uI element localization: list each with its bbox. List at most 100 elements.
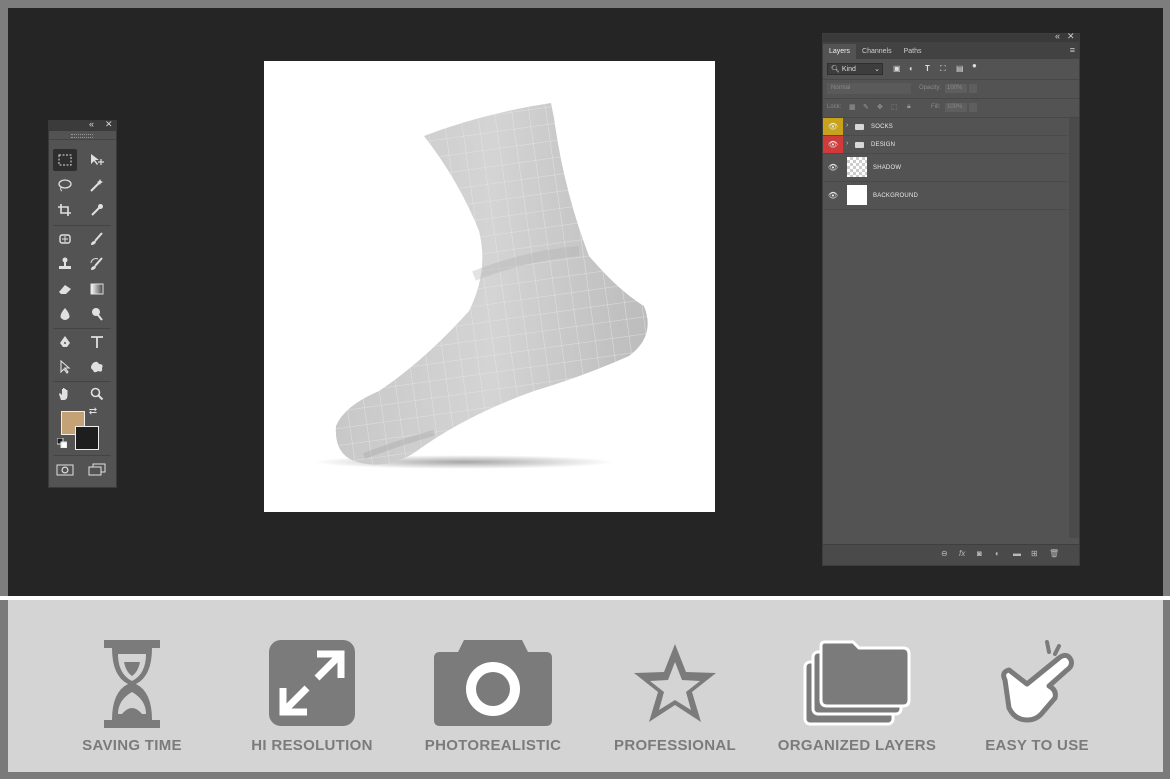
chevron-down-icon: ⌄ (874, 66, 880, 73)
layer-row-shadow[interactable]: 👁︎ SHADOW (823, 154, 1067, 182)
expand-arrows-icon (269, 640, 355, 726)
panel-menu-icon[interactable]: ≡ (1070, 45, 1075, 55)
visibility-eye-icon[interactable]: 👁︎ (823, 154, 843, 181)
folder-icon (855, 142, 864, 148)
shape-filter-icon[interactable]: ⛶ (940, 64, 946, 74)
close-icon[interactable]: ✕ (1067, 31, 1075, 42)
separator (53, 328, 111, 329)
type-filter-icon[interactable]: T (925, 64, 930, 73)
lock-row: Lock: ▦ ✎ ✥ ⬚ 🔒︎ Fill: 100% (823, 99, 1079, 118)
layer-list: 👁︎ › SOCKS 👁︎ › DESIGN 👁︎ SHADOW 👁︎ BACK… (823, 118, 1067, 210)
lock-image-icon[interactable]: ✎ (863, 103, 869, 111)
feature-professional: PROFESSIONAL (590, 640, 760, 770)
add-mask-icon[interactable]: ◙ (977, 549, 982, 558)
blend-mode-select[interactable]: Normal (827, 83, 911, 94)
feature-label: ORGANIZED LAYERS (777, 737, 937, 754)
fill-field[interactable]: 100% (945, 103, 967, 112)
swap-colors-icon[interactable]: ⇄ (85, 404, 101, 418)
hand-tool-icon[interactable] (53, 383, 77, 405)
type-tool-icon[interactable] (85, 331, 109, 353)
lock-all-icon[interactable]: 🔒︎ (907, 103, 911, 111)
opacity-stepper[interactable] (969, 84, 977, 93)
hourglass-icon (104, 640, 160, 728)
layers-panel: « ✕ Layers Channels Paths ≡ 🔍︎ Kind ⌄ ▣ … (822, 31, 1080, 566)
opacity-label: Opacity: (919, 85, 942, 91)
filter-kind-select[interactable]: 🔍︎ Kind ⌄ (827, 63, 883, 75)
layer-name: SOCKS (871, 124, 894, 130)
feature-easy-to-use: EASY TO USE (952, 640, 1122, 770)
pixel-filter-icon[interactable]: ▣ (893, 64, 901, 73)
shape-tool-icon[interactable] (85, 356, 109, 378)
separator (53, 455, 111, 456)
quick-mask-icon[interactable] (53, 459, 77, 481)
background-color-swatch[interactable] (75, 426, 99, 450)
screen-mode-icon[interactable] (85, 459, 109, 481)
tab-channels[interactable]: Channels (856, 44, 898, 59)
adjustment-layer-icon[interactable]: ◐ (995, 549, 1000, 558)
smart-object-filter-icon[interactable]: ▤ (956, 64, 964, 73)
layers-scrollbar[interactable] (1069, 118, 1079, 538)
eyedropper-icon[interactable] (85, 199, 109, 221)
document-canvas[interactable] (264, 61, 715, 512)
marquee-tool-icon[interactable] (53, 149, 77, 171)
tools-panel-header: « ✕ (49, 119, 116, 131)
tab-layers[interactable]: Layers (823, 44, 857, 59)
history-brush-icon[interactable] (85, 253, 109, 275)
zoom-tool-icon[interactable] (85, 383, 109, 405)
close-icon[interactable]: ✕ (105, 119, 113, 130)
feature-label: PROFESSIONAL (614, 737, 736, 754)
visibility-eye-icon[interactable]: 👁︎ (823, 118, 843, 135)
tab-paths[interactable]: Paths (898, 44, 928, 59)
tap-hand-icon (1001, 640, 1074, 723)
tools-panel: « ✕ ⇄ (48, 119, 117, 488)
gradient-tool-icon[interactable] (85, 278, 109, 300)
layer-name: SHADOW (873, 165, 902, 171)
move-tool-icon[interactable] (85, 149, 109, 171)
magic-wand-icon[interactable] (85, 174, 109, 196)
feature-label: PHOTOREALISTIC (424, 737, 562, 754)
healing-brush-icon[interactable] (53, 228, 77, 250)
collapse-icon[interactable]: « (1055, 31, 1060, 41)
eraser-icon[interactable] (53, 278, 77, 300)
folders-icon (803, 640, 911, 726)
lock-transparent-icon[interactable]: ▦ (849, 103, 856, 111)
new-group-icon[interactable]: ▬ (1013, 549, 1021, 558)
lasso-tool-icon[interactable] (53, 174, 77, 196)
feature-organized-layers: ORGANIZED LAYERS (772, 640, 942, 770)
separator (53, 225, 111, 226)
default-colors-icon[interactable] (55, 436, 69, 450)
expand-arrow-icon[interactable]: › (846, 140, 848, 147)
new-layer-icon[interactable]: ⊞ (1031, 549, 1038, 558)
panel-grip[interactable] (49, 131, 116, 140)
layer-row-socks[interactable]: 👁︎ › SOCKS (823, 118, 1067, 136)
visibility-eye-icon[interactable]: 👁︎ (823, 182, 843, 209)
star-icon (634, 644, 716, 722)
fx-icon[interactable]: fx (959, 549, 965, 558)
lock-artboard-icon[interactable]: ⬚ (891, 103, 898, 111)
feature-hi-resolution: HI RESOLUTION (227, 640, 397, 770)
crop-tool-icon[interactable] (53, 199, 77, 221)
layer-row-background[interactable]: 👁︎ BACKGROUND (823, 182, 1067, 210)
fill-stepper[interactable] (969, 103, 977, 112)
dodge-tool-icon[interactable] (85, 303, 109, 325)
brush-tool-icon[interactable] (85, 228, 109, 250)
blur-tool-icon[interactable] (53, 303, 77, 325)
adjustment-filter-icon[interactable]: ◐ (909, 64, 914, 73)
visibility-eye-icon[interactable]: 👁︎ (823, 136, 843, 153)
lock-position-icon[interactable]: ✥ (877, 103, 883, 111)
separator (53, 381, 111, 382)
opacity-field[interactable]: 100% (945, 84, 967, 93)
lock-label: Lock: (827, 104, 842, 110)
filter-kind-label: Kind (841, 66, 856, 73)
path-selection-icon[interactable] (53, 356, 77, 378)
trash-icon[interactable]: 🗑︎ (1049, 549, 1059, 558)
clone-stamp-icon[interactable] (53, 253, 77, 275)
expand-arrow-icon[interactable]: › (846, 122, 848, 129)
link-layers-icon[interactable]: ⊖ (941, 549, 948, 558)
pen-tool-icon[interactable] (53, 331, 77, 353)
filter-toggle-icon[interactable]: ● (972, 61, 977, 70)
layer-thumbnail (847, 185, 867, 205)
collapse-icon[interactable]: « (89, 119, 94, 129)
feature-saving-time: SAVING TIME (47, 640, 217, 770)
layer-row-design[interactable]: 👁︎ › DESIGN (823, 136, 1067, 154)
